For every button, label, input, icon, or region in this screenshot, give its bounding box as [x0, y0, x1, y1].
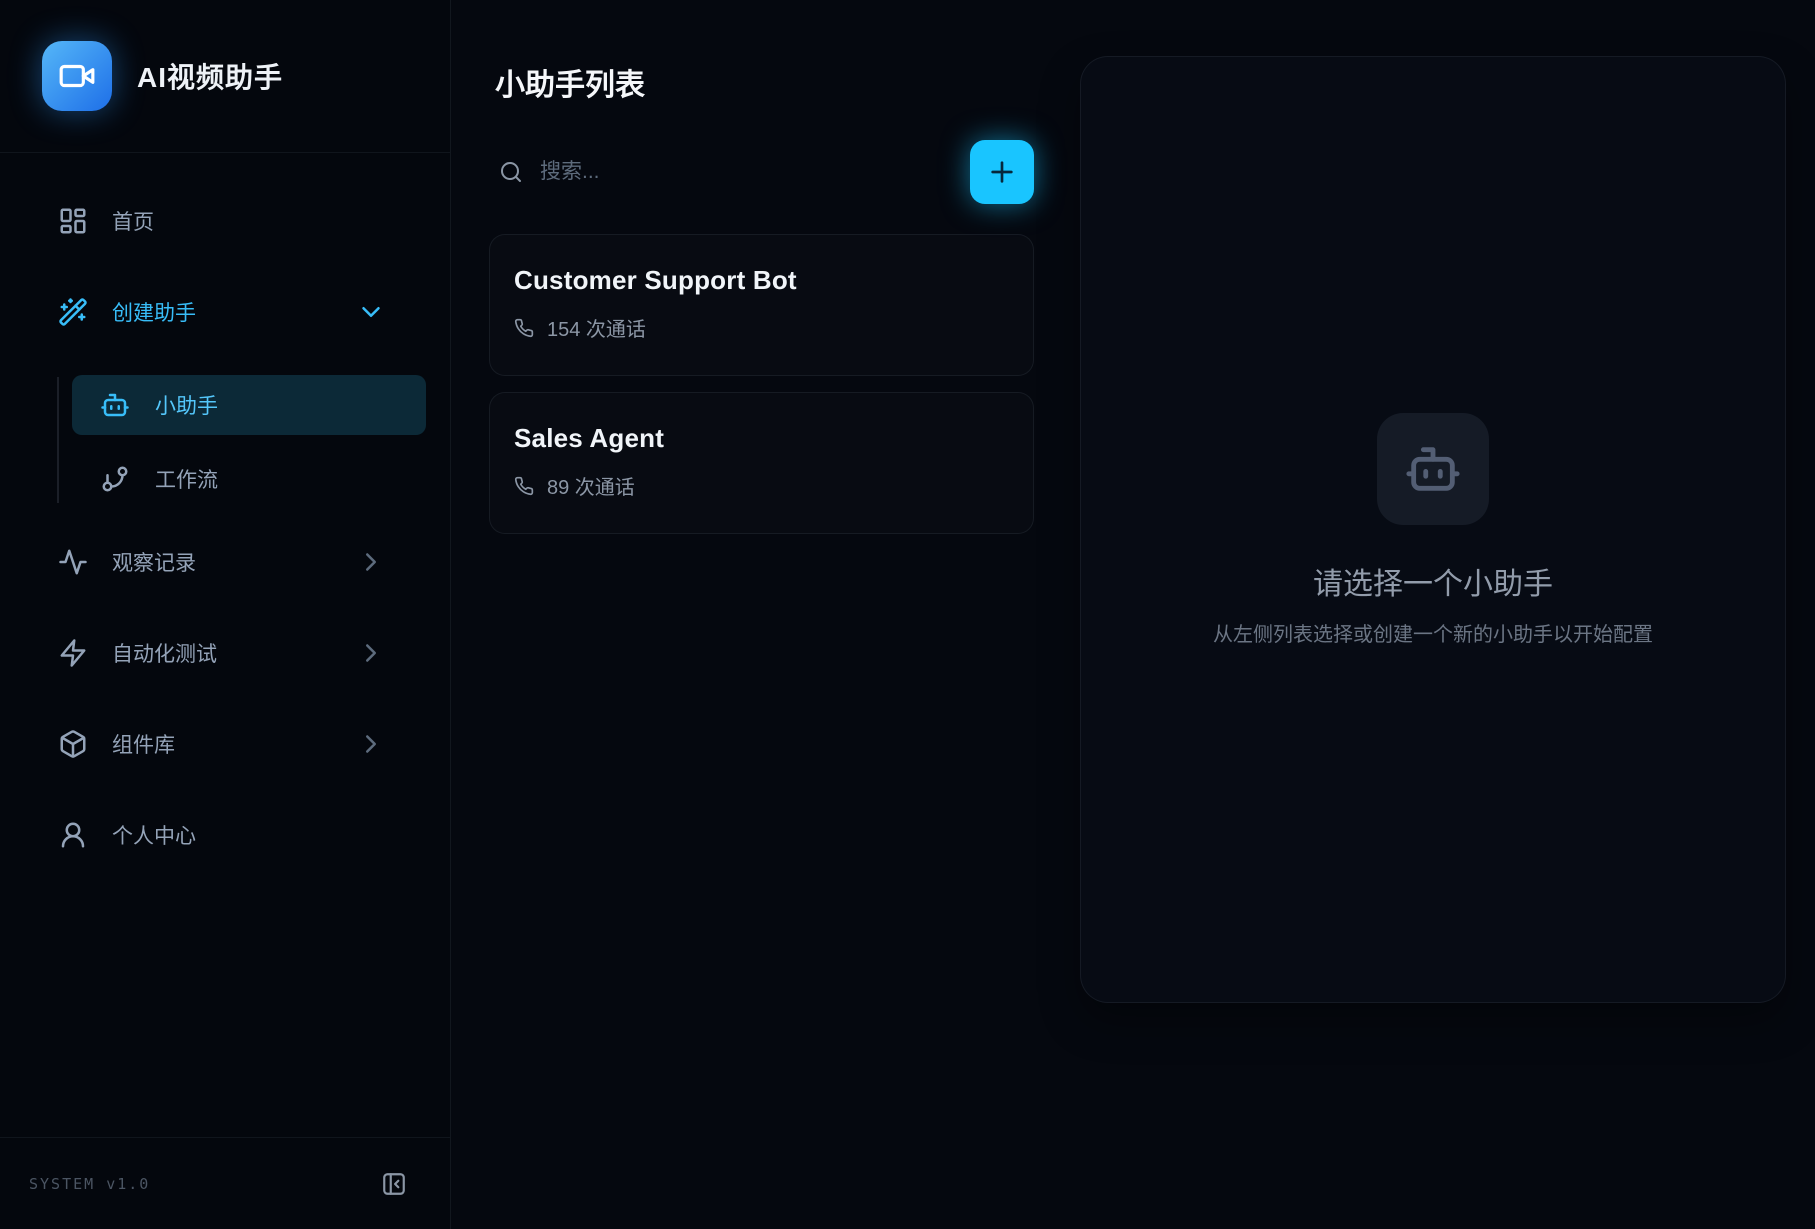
sidebar-header: AI视频助手 — [0, 0, 450, 153]
call-count-label: 154 次通话 — [547, 313, 646, 342]
sidebar-item-observation[interactable]: 观察记录 — [24, 534, 426, 590]
phone-icon — [514, 476, 534, 496]
search-icon — [499, 160, 523, 184]
sidebar-item-label: 观察记录 — [112, 547, 332, 577]
chevron-right-icon — [356, 638, 386, 668]
box-icon — [58, 729, 88, 759]
main-content: 小助手列表 Customer Support Bot 154 次通话 Sales A… — [451, 0, 1815, 1229]
chevron-right-icon — [356, 729, 386, 759]
sidebar-item-profile[interactable]: 个人中心 — [24, 807, 426, 863]
assistant-call-count: 89 次通话 — [514, 471, 1005, 500]
page-title: 小助手列表 — [495, 60, 1034, 104]
assistant-card-list: Customer Support Bot 154 次通话 Sales Agent 89… — [489, 234, 1034, 534]
empty-state-illustration — [1377, 413, 1489, 525]
app-logo — [42, 41, 112, 111]
sidebar-item-components[interactable]: 组件库 — [24, 716, 426, 772]
call-count-label: 89 次通话 — [547, 471, 635, 500]
wand-icon — [58, 297, 88, 327]
plus-icon — [986, 156, 1018, 188]
assistant-card[interactable]: Sales Agent 89 次通话 — [489, 392, 1034, 534]
sidebar-nav: 首页创建助手小助手工作流观察记录自动化测试组件库个人中心 — [0, 153, 450, 1137]
system-version: SYSTEM v1.0 — [29, 1175, 150, 1193]
activity-icon — [58, 547, 88, 577]
sidebar-item-label: 自动化测试 — [112, 638, 332, 668]
sidebar-submenu: 小助手工作流 — [24, 375, 426, 509]
sidebar-item-label: 创建助手 — [112, 297, 332, 327]
sidebar-subitem-assistants[interactable]: 小助手 — [72, 375, 426, 435]
bot-icon — [1404, 440, 1462, 498]
dashboard-icon — [58, 206, 88, 236]
video-camera-icon — [58, 57, 96, 95]
sidebar: AI视频助手 首页创建助手小助手工作流观察记录自动化测试组件库个人中心 SYST… — [0, 0, 451, 1229]
chevron-right-icon — [356, 547, 386, 577]
search-box[interactable] — [489, 159, 970, 185]
sidebar-subitem-label: 小助手 — [155, 390, 218, 420]
user-icon — [58, 820, 88, 850]
sidebar-item-label: 首页 — [112, 206, 386, 236]
assistant-name: Customer Support Bot — [514, 265, 1005, 296]
app-window: AI视频助手 首页创建助手小助手工作流观察记录自动化测试组件库个人中心 SYST… — [0, 0, 1815, 1229]
assistant-card[interactable]: Customer Support Bot 154 次通话 — [489, 234, 1034, 376]
bot-icon — [100, 390, 130, 420]
assistant-call-count: 154 次通话 — [514, 313, 1005, 342]
empty-state-title: 请选择一个小助手 — [1313, 559, 1553, 603]
sidebar-item-automation[interactable]: 自动化测试 — [24, 625, 426, 681]
sidebar-collapse-button[interactable] — [381, 1171, 407, 1197]
empty-state-subtitle: 从左侧列表选择或创建一个新的小助手以开始配置 — [1213, 618, 1653, 647]
add-assistant-button[interactable] — [970, 140, 1034, 204]
assistant-name: Sales Agent — [514, 423, 1005, 454]
sidebar-subitem-label: 工作流 — [155, 464, 218, 494]
phone-icon — [514, 318, 534, 338]
assistant-list-panel: 小助手列表 Customer Support Bot 154 次通话 Sales A… — [489, 56, 1034, 1229]
sidebar-footer: SYSTEM v1.0 — [0, 1137, 450, 1229]
zap-icon — [58, 638, 88, 668]
search-row — [489, 140, 1034, 204]
panel-collapse-icon — [381, 1171, 407, 1197]
chevron-down-icon — [356, 297, 386, 327]
app-title: AI视频助手 — [137, 56, 283, 96]
workflow-icon — [100, 464, 130, 494]
detail-panel: 请选择一个小助手 从左侧列表选择或创建一个新的小助手以开始配置 — [1080, 56, 1786, 1003]
sidebar-item-home[interactable]: 首页 — [24, 193, 426, 249]
search-input[interactable] — [538, 159, 970, 185]
sidebar-item-label: 个人中心 — [112, 820, 386, 850]
sidebar-item-label: 组件库 — [112, 729, 332, 759]
sidebar-subitem-workflow[interactable]: 工作流 — [72, 449, 426, 509]
sidebar-item-create-assistant[interactable]: 创建助手 — [24, 284, 426, 340]
